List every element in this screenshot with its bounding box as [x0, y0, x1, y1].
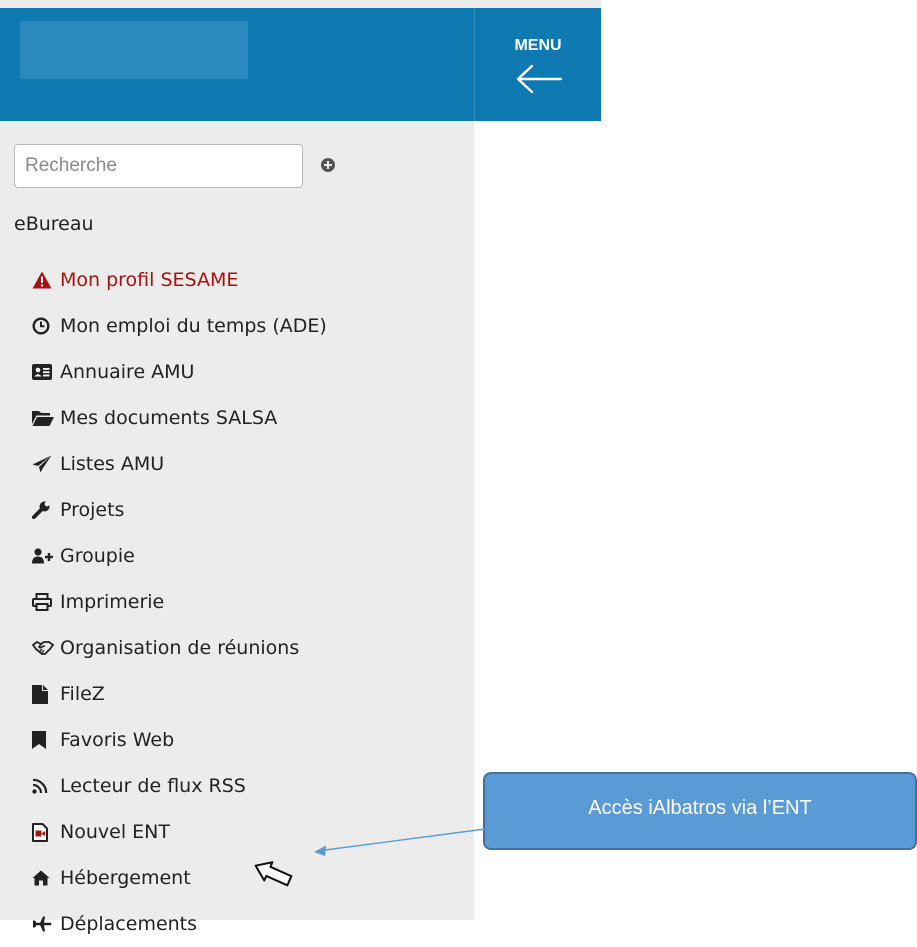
search-input[interactable] [14, 144, 303, 188]
id-card-icon [32, 362, 54, 382]
menu-item-label: Lecteur de flux RSS [60, 775, 246, 797]
menu-item-label: Listes AMU [60, 453, 165, 475]
menu-item-label: Mes documents SALSA [60, 407, 278, 429]
user-plus-icon [32, 546, 54, 566]
handshake-icon [32, 638, 54, 658]
bookmark-icon [32, 730, 54, 750]
menu-item-label: Hébergement [60, 867, 191, 889]
menu-item-annuaire-amu[interactable]: Annuaire AMU [0, 349, 327, 395]
ebureau-menu: Mon profil SESAME Mon emploi du temps (A… [0, 257, 327, 947]
menu-item-label: Nouvel ENT [60, 821, 170, 843]
callout-text: Accès iAlbatros via l’ENT [588, 796, 812, 819]
menu-item-listes-amu[interactable]: Listes AMU [0, 441, 327, 487]
menu-item-organisation-de-reunions[interactable]: Organisation de réunions [0, 625, 327, 671]
top-strip [0, 0, 601, 8]
menu-item-label: Organisation de réunions [60, 637, 300, 659]
menu-item-nouvel-ent[interactable]: Nouvel ENT [0, 809, 327, 855]
clock-icon [32, 316, 54, 336]
rss-icon [32, 776, 54, 796]
menu-item-filez[interactable]: FileZ [0, 671, 327, 717]
menu-item-favoris-web[interactable]: Favoris Web [0, 717, 327, 763]
menu-item-label: Groupie [60, 545, 135, 567]
plus-circle-icon[interactable] [321, 158, 335, 172]
video-file-icon [32, 822, 54, 842]
menu-item-label: Projets [60, 499, 125, 521]
menu-item-hebergement[interactable]: Hébergement [0, 855, 327, 901]
menu-label: MENU [514, 37, 562, 54]
logo [20, 21, 248, 79]
header-bar: MENU [0, 8, 601, 121]
plane-icon [32, 914, 54, 934]
menu-item-projets[interactable]: Projets [0, 487, 327, 533]
menu-item-label: FileZ [60, 683, 105, 705]
menu-item-lecteur-de-flux-rss[interactable]: Lecteur de flux RSS [0, 763, 327, 809]
menu-item-label: Favoris Web [60, 729, 175, 751]
menu-item-label: Déplacements [60, 913, 198, 935]
menu-item-mon-profil-sesame[interactable]: Mon profil SESAME [0, 257, 327, 303]
warning-icon [32, 270, 54, 290]
printer-icon [32, 592, 54, 612]
section-title-ebureau: eBureau [14, 213, 94, 235]
wrench-icon [32, 500, 54, 520]
menu-item-label: Imprimerie [60, 591, 165, 613]
menu-item-label: Mon emploi du temps (ADE) [60, 315, 327, 337]
menu-toggle-button[interactable]: MENU [475, 8, 601, 121]
menu-item-label: Mon profil SESAME [60, 269, 239, 291]
menu-item-label: Annuaire AMU [60, 361, 195, 383]
menu-item-mon-emploi-du-temps[interactable]: Mon emploi du temps (ADE) [0, 303, 327, 349]
arrow-left-icon [515, 64, 563, 98]
menu-item-groupie[interactable]: Groupie [0, 533, 327, 579]
menu-item-imprimerie[interactable]: Imprimerie [0, 579, 327, 625]
paper-plane-icon [32, 454, 54, 474]
folder-open-icon [32, 408, 54, 428]
menu-item-deplacements[interactable]: Déplacements [0, 901, 327, 947]
menu-item-mes-documents-salsa[interactable]: Mes documents SALSA [0, 395, 327, 441]
home-icon [32, 868, 54, 888]
annotation-callout: Accès iAlbatros via l’ENT [483, 772, 917, 850]
file-icon [32, 684, 54, 704]
